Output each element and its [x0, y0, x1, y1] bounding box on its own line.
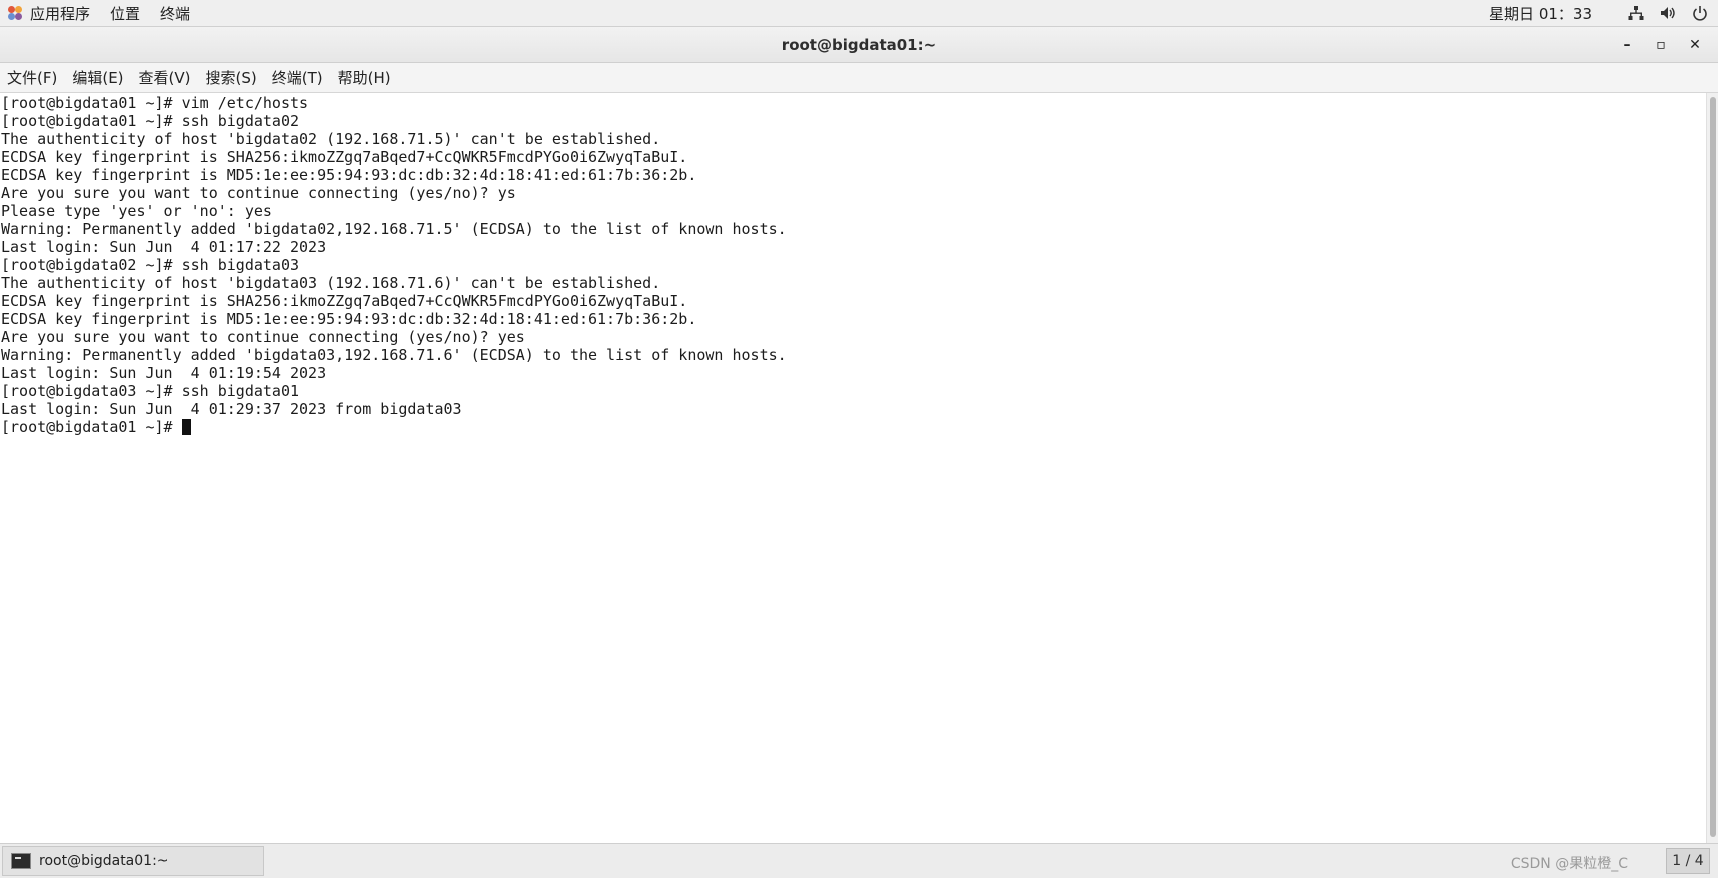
terminal-line: Warning: Permanently added 'bigdata02,19… — [1, 220, 787, 238]
terminal-line: [root@bigdata01 ~]# vim /etc/hosts — [1, 94, 309, 112]
terminal-line: ECDSA key fingerprint is MD5:1e:ee:95:94… — [1, 310, 697, 328]
maximize-icon: ▫ — [1656, 37, 1666, 53]
menu-search[interactable]: 搜索(S) — [199, 67, 265, 88]
maximize-button[interactable]: ▫ — [1644, 30, 1678, 60]
close-icon: ✕ — [1689, 37, 1701, 53]
panel-left: 应用程序 位置 终端 — [0, 0, 202, 26]
power-icon[interactable] — [1690, 3, 1710, 23]
terminal-line: Last login: Sun Jun 4 01:17:22 2023 — [1, 238, 327, 256]
panel-right: 星期日 01：33 — [1489, 0, 1718, 26]
terminal-line: Last login: Sun Jun 4 01:19:54 2023 — [1, 364, 327, 382]
window-controls: – ▫ ✕ — [1610, 27, 1712, 63]
places-menu-label: 位置 — [110, 4, 141, 23]
window-titlebar[interactable]: root@bigdata01:~ – ▫ ✕ — [0, 27, 1718, 63]
taskbar-window-label: root@bigdata01:~ — [39, 853, 169, 869]
terminal-icon — [11, 853, 31, 869]
volume-icon[interactable] — [1658, 3, 1678, 23]
terminal-line: Warning: Permanently added 'bigdata03,19… — [1, 346, 787, 364]
minimize-button[interactable]: – — [1610, 30, 1644, 60]
menubar: 文件(F) 编辑(E) 查看(V) 搜索(S) 终端(T) 帮助(H) — [0, 63, 1718, 93]
menu-file[interactable]: 文件(F) — [0, 67, 65, 88]
taskbar-window-item[interactable]: root@bigdata01:~ — [2, 846, 264, 876]
terminal-line: [root@bigdata02 ~]# ssh bigdata03 — [1, 256, 300, 274]
terminal-scrollbar[interactable] — [1706, 93, 1718, 843]
places-menu[interactable]: 位置 — [102, 0, 152, 26]
scrollbar-thumb[interactable] — [1710, 97, 1716, 837]
menu-view[interactable]: 查看(V) — [132, 67, 199, 88]
network-icon[interactable] — [1626, 3, 1646, 23]
terminal-app-menu-label: 终端 — [160, 4, 191, 23]
apps-icon — [8, 6, 22, 20]
menu-terminal[interactable]: 终端(T) — [265, 67, 331, 88]
terminal-line: The authenticity of host 'bigdata03 (192… — [1, 274, 661, 292]
menu-help[interactable]: 帮助(H) — [331, 67, 399, 88]
terminal-cursor — [181, 419, 191, 435]
terminal-line: Are you sure you want to continue connec… — [1, 328, 525, 346]
close-button[interactable]: ✕ — [1678, 30, 1712, 60]
applications-menu-label: 应用程序 — [30, 4, 91, 23]
watermark: CSDN @果粒橙_C — [1510, 856, 1628, 872]
terminal-line: [root@bigdata01 ~]# ssh bigdata02 — [1, 112, 300, 130]
terminal-line: The authenticity of host 'bigdata02 (192… — [1, 130, 661, 148]
terminal-prompt: [root@bigdata01 ~]# — [1, 418, 182, 436]
terminal-prompt-line[interactable]: [root@bigdata01 ~]# — [1, 418, 1706, 436]
terminal-line: Last login: Sun Jun 4 01:29:37 2023 from… — [1, 400, 462, 418]
terminal-line: Are you sure you want to continue connec… — [1, 184, 516, 202]
menu-edit[interactable]: 编辑(E) — [65, 67, 131, 88]
minimize-icon: – — [1623, 37, 1631, 53]
top-panel: 应用程序 位置 终端 星期日 01：33 — [0, 0, 1718, 27]
workspace-label: 1 / 4 — [1672, 853, 1704, 869]
workspace-indicator[interactable]: 1 / 4 — [1666, 848, 1710, 874]
terminal-output[interactable]: [root@bigdata01 ~]# vim /etc/hosts [root… — [0, 93, 1706, 843]
clock[interactable]: 星期日 01：33 — [1489, 3, 1592, 24]
terminal-app-menu[interactable]: 终端 — [152, 0, 202, 26]
terminal-line: ECDSA key fingerprint is MD5:1e:ee:95:94… — [1, 166, 697, 184]
terminal-line: Please type 'yes' or 'no': yes — [1, 202, 272, 220]
taskbar: root@bigdata01:~ CSDN @果粒橙_C 1 / 4 — [0, 843, 1718, 878]
terminal-line: ECDSA key fingerprint is SHA256:ikmoZZgq… — [1, 148, 688, 166]
terminal-line: [root@bigdata03 ~]# ssh bigdata01 — [1, 382, 300, 400]
window-title: root@bigdata01:~ — [781, 35, 937, 54]
applications-menu[interactable]: 应用程序 — [0, 0, 102, 26]
terminal-line: ECDSA key fingerprint is SHA256:ikmoZZgq… — [1, 292, 688, 310]
